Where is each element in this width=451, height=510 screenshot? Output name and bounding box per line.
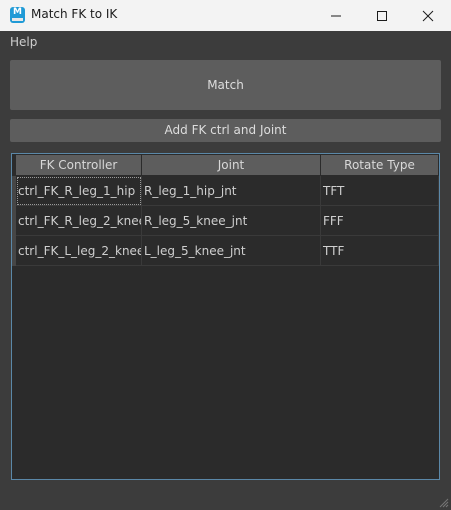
column-header-rotate-type[interactable]: Rotate Type — [321, 155, 439, 175]
cell-rotate-type[interactable]: FFF — [321, 206, 439, 236]
cell-fk-controller[interactable]: ctrl_FK_L_leg_2_knee — [16, 236, 142, 266]
table-row[interactable]: ctrl_FK_R_leg_2_knee R_leg_5_knee_jnt FF… — [12, 206, 439, 236]
maximize-button[interactable] — [359, 0, 405, 31]
cell-joint[interactable]: L_leg_5_knee_jnt — [142, 236, 321, 266]
fk-joint-table[interactable]: FK Controller Joint Rotate Type ctrl_FK_… — [11, 153, 440, 480]
column-header-fk-controller[interactable]: FK Controller — [16, 155, 142, 175]
minimize-icon — [331, 15, 341, 17]
column-header-joint[interactable]: Joint — [142, 155, 321, 175]
add-fk-ctrl-joint-button[interactable]: Add FK ctrl and Joint — [10, 119, 441, 142]
table-header: FK Controller Joint Rotate Type — [16, 155, 439, 175]
cell-joint[interactable]: R_leg_5_knee_jnt — [142, 206, 321, 236]
menu-bar: Help — [0, 31, 451, 53]
cell-joint[interactable]: R_leg_1_hip_jnt — [142, 176, 321, 206]
window-title: Match FK to IK — [31, 7, 118, 21]
menu-help[interactable]: Help — [10, 35, 37, 49]
cell-rotate-type[interactable]: TTF — [321, 236, 439, 266]
close-button[interactable] — [405, 0, 451, 31]
maya-app-icon: M — [10, 7, 25, 23]
close-icon — [422, 10, 434, 22]
app-icon-letter: M — [13, 7, 22, 17]
cell-fk-controller[interactable]: ctrl_FK_R_leg_1_hip — [16, 176, 142, 206]
table-row[interactable]: ctrl_FK_R_leg_1_hip R_leg_1_hip_jnt TFT — [12, 176, 439, 206]
cell-fk-controller[interactable]: ctrl_FK_R_leg_2_knee — [16, 206, 142, 236]
cell-rotate-type[interactable]: TFT — [321, 176, 439, 206]
minimize-button[interactable] — [313, 0, 359, 31]
resize-grip-icon[interactable] — [439, 498, 449, 508]
maximize-icon — [377, 11, 387, 21]
match-button[interactable]: Match — [10, 60, 441, 110]
table-row[interactable]: ctrl_FK_L_leg_2_knee L_leg_5_knee_jnt TT… — [12, 236, 439, 266]
title-bar[interactable]: M Match FK to IK — [0, 0, 451, 31]
